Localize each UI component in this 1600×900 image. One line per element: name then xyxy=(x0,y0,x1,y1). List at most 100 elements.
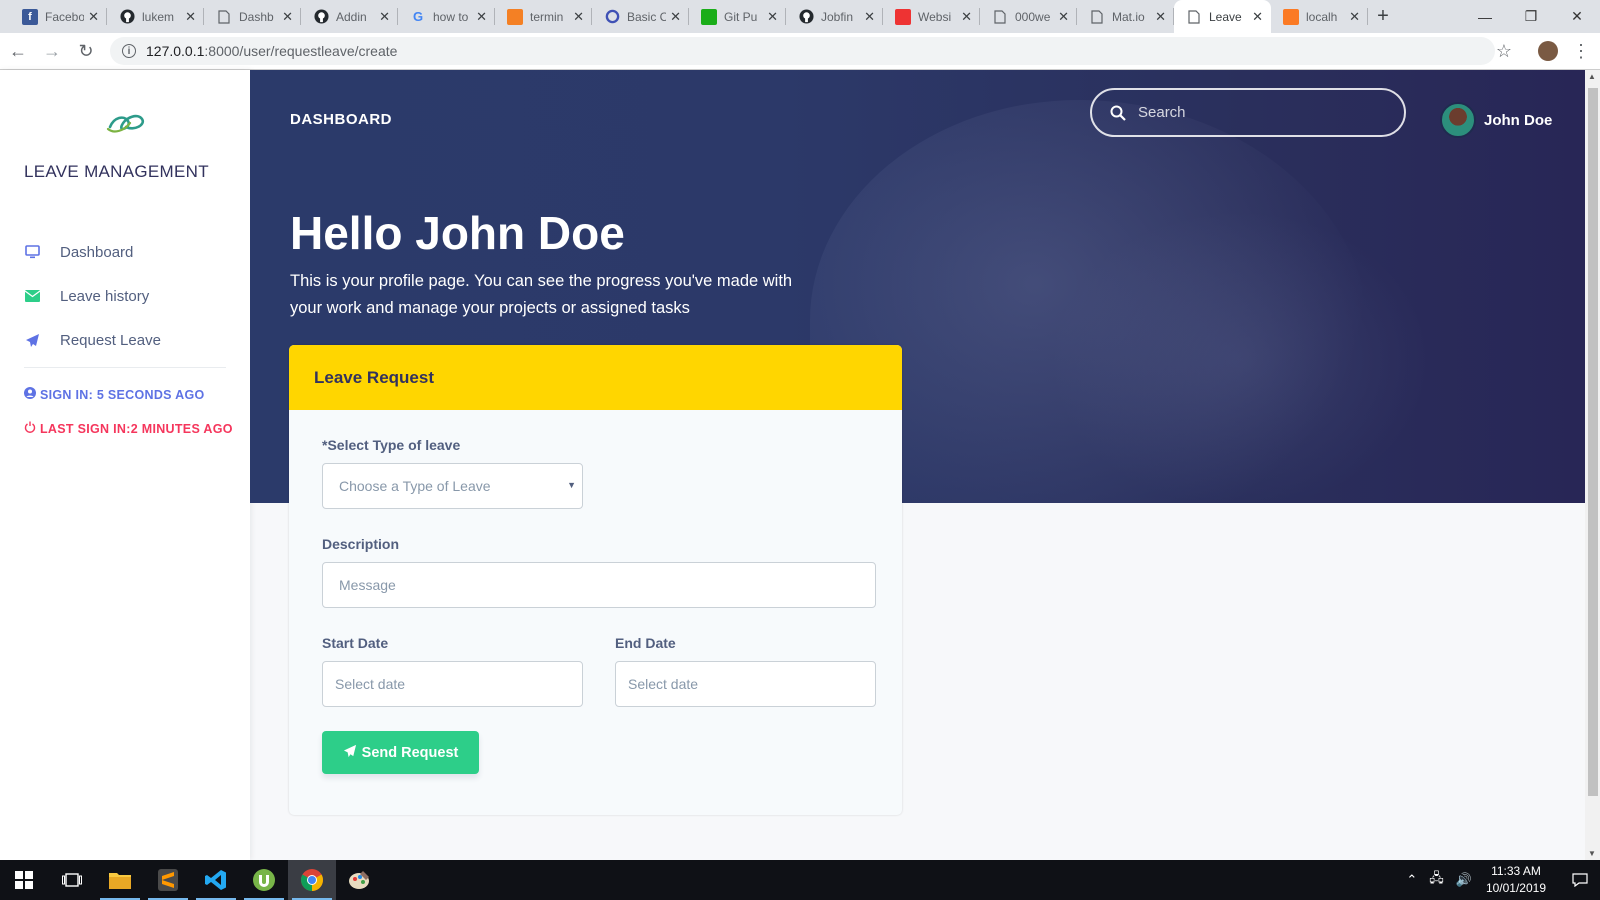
tab-label: termin xyxy=(530,9,564,24)
logo-icon[interactable] xyxy=(104,110,148,136)
tab-close-icon[interactable]: ✕ xyxy=(88,9,99,25)
back-button[interactable]: ← xyxy=(2,35,34,67)
google-icon: G xyxy=(412,9,424,24)
bookmark-star-icon[interactable]: ☆ xyxy=(1496,41,1512,62)
system-tray: ⌃ 🖧 🔊 11:33 AM 10/01/2019 xyxy=(1400,860,1600,900)
chrome-icon xyxy=(301,869,323,891)
page-title[interactable]: DASHBOARD xyxy=(290,111,392,128)
tab-close-icon[interactable]: ✕ xyxy=(1155,9,1166,25)
reload-button[interactable]: ↻ xyxy=(70,35,102,67)
end-date-label: End Date xyxy=(615,635,676,651)
brand-title[interactable]: LEAVE MANAGEMENT xyxy=(24,162,209,182)
clock-time: 11:33 AM xyxy=(1491,864,1541,878)
avatar[interactable] xyxy=(1440,102,1476,138)
taskbar-chrome[interactable] xyxy=(288,860,336,900)
tab-label: Websi xyxy=(918,9,952,24)
scrollbar-thumb[interactable] xyxy=(1588,88,1598,796)
sign-in-status: SIGN IN: 5 SECONDS AGO xyxy=(24,387,205,402)
stackoverflow-icon xyxy=(507,8,523,25)
user-name[interactable]: John Doe xyxy=(1484,112,1552,129)
send-request-button[interactable]: Send Request xyxy=(322,731,479,774)
background-photo-shadow xyxy=(1050,210,1430,503)
tab-close-icon[interactable]: ✕ xyxy=(670,9,681,25)
leave-type-select[interactable]: Choose a Type of Leave ▼ xyxy=(322,463,583,509)
close-window-button[interactable]: ✕ xyxy=(1554,0,1600,33)
taskbar-paint[interactable] xyxy=(336,860,384,900)
info-icon[interactable]: i xyxy=(122,44,136,58)
tab-label: how to xyxy=(433,9,469,24)
browser-tab[interactable]: Dashb ✕ xyxy=(204,0,301,33)
start-date-field[interactable]: Select date xyxy=(322,661,583,707)
tab-close-icon[interactable]: ✕ xyxy=(1349,9,1360,25)
start-date-label: Start Date xyxy=(322,635,389,651)
notification-center-icon[interactable] xyxy=(1560,860,1600,900)
profile-avatar-icon[interactable] xyxy=(1538,41,1558,61)
address-bar-row: ← → ↻ i 127.0.0.1:8000/user/requestleave… xyxy=(0,33,1600,70)
browser-tab[interactable]: Websi ✕ xyxy=(883,0,980,33)
new-tab-button[interactable]: + xyxy=(1368,0,1398,33)
tab-close-icon[interactable]: ✕ xyxy=(185,9,196,25)
folder-icon xyxy=(109,873,131,889)
browser-tab[interactable]: lukem ✕ xyxy=(107,0,204,33)
sidebar-item-request-leave[interactable]: Request Leave xyxy=(24,318,234,362)
tab-close-icon[interactable]: ✕ xyxy=(573,9,584,25)
task-view-button[interactable] xyxy=(48,860,96,900)
browser-tab[interactable]: Ghow to ✕ xyxy=(398,0,495,33)
browser-tab[interactable]: Jobfin ✕ xyxy=(786,0,883,33)
minimize-button[interactable]: — xyxy=(1462,0,1508,33)
end-date-field[interactable]: Select date xyxy=(615,661,876,707)
tab-close-icon[interactable]: ✕ xyxy=(476,9,487,25)
browser-tab[interactable]: Git Pu ✕ xyxy=(689,0,786,33)
tab-close-icon[interactable]: ✕ xyxy=(1252,9,1263,25)
clock[interactable]: 11:33 AM 10/01/2019 xyxy=(1486,863,1546,897)
send-request-label: Send Request xyxy=(361,744,459,761)
tab-label: Dashb xyxy=(239,9,274,24)
scroll-down-icon[interactable]: ▼ xyxy=(1588,849,1596,858)
browser-tab[interactable]: Leave ✕ xyxy=(1174,0,1271,33)
browser-tab[interactable]: localh ✕ xyxy=(1271,0,1368,33)
description-placeholder: Message xyxy=(339,577,396,593)
tab-label: Git Pu xyxy=(724,9,758,24)
task-view-icon xyxy=(62,873,82,887)
type-label: *Select Type of leave xyxy=(322,437,461,453)
tab-close-icon[interactable]: ✕ xyxy=(282,9,293,25)
tab-close-icon[interactable]: ✕ xyxy=(961,9,972,25)
search-box[interactable] xyxy=(1090,88,1406,137)
url-field[interactable]: i 127.0.0.1:8000/user/requestleave/creat… xyxy=(110,37,1495,65)
sidebar-nav: Dashboard Leave history Request Leave xyxy=(24,230,234,362)
taskbar-sublime[interactable] xyxy=(144,860,192,900)
card-title: Leave Request xyxy=(289,345,902,410)
search-input[interactable] xyxy=(1138,104,1378,121)
tab-label: Basic C xyxy=(627,9,667,24)
taskbar-vscode[interactable] xyxy=(192,860,240,900)
description-field[interactable]: Message xyxy=(322,562,876,608)
browser-tab[interactable]: termin ✕ xyxy=(495,0,592,33)
browser-tab[interactable]: Basic C ✕ xyxy=(592,0,689,33)
scroll-up-icon[interactable]: ▲ xyxy=(1588,72,1596,81)
page-scrollbar[interactable]: ▲ ▼ xyxy=(1585,70,1600,860)
forward-button[interactable]: → xyxy=(36,35,68,67)
taskbar-utorrent[interactable] xyxy=(240,860,288,900)
volume-icon[interactable]: 🔊 xyxy=(1456,872,1472,888)
tab-close-icon[interactable]: ✕ xyxy=(864,9,875,25)
sidebar: LEAVE MANAGEMENT Dashboard Leave history… xyxy=(0,70,250,860)
tab-close-icon[interactable]: ✕ xyxy=(379,9,390,25)
chevron-up-icon[interactable]: ⌃ xyxy=(1406,872,1417,888)
user-menu[interactable]: John Doe xyxy=(1440,102,1552,138)
browser-tab[interactable]: Addin ✕ xyxy=(301,0,398,33)
browser-tab[interactable]: Mat.io ✕ xyxy=(1077,0,1174,33)
clock-date: 10/01/2019 xyxy=(1485,881,1546,895)
network-icon[interactable]: 🖧 xyxy=(1429,869,1444,891)
search-icon xyxy=(1110,105,1126,121)
browser-tab[interactable]: 000we ✕ xyxy=(980,0,1077,33)
restore-button[interactable]: ❐ xyxy=(1508,0,1554,33)
browser-tab[interactable]: f Facebook✕ xyxy=(10,0,107,33)
sidebar-item-dashboard[interactable]: Dashboard xyxy=(24,230,234,274)
taskbar-file-explorer[interactable] xyxy=(96,860,144,900)
browser-menu-icon[interactable]: ⋮ xyxy=(1572,41,1590,62)
tab-close-icon[interactable]: ✕ xyxy=(1058,9,1069,25)
start-button[interactable] xyxy=(0,860,48,900)
sidebar-item-leave-history[interactable]: Leave history xyxy=(24,274,234,318)
description-label: Description xyxy=(322,536,400,552)
tab-close-icon[interactable]: ✕ xyxy=(767,9,778,25)
